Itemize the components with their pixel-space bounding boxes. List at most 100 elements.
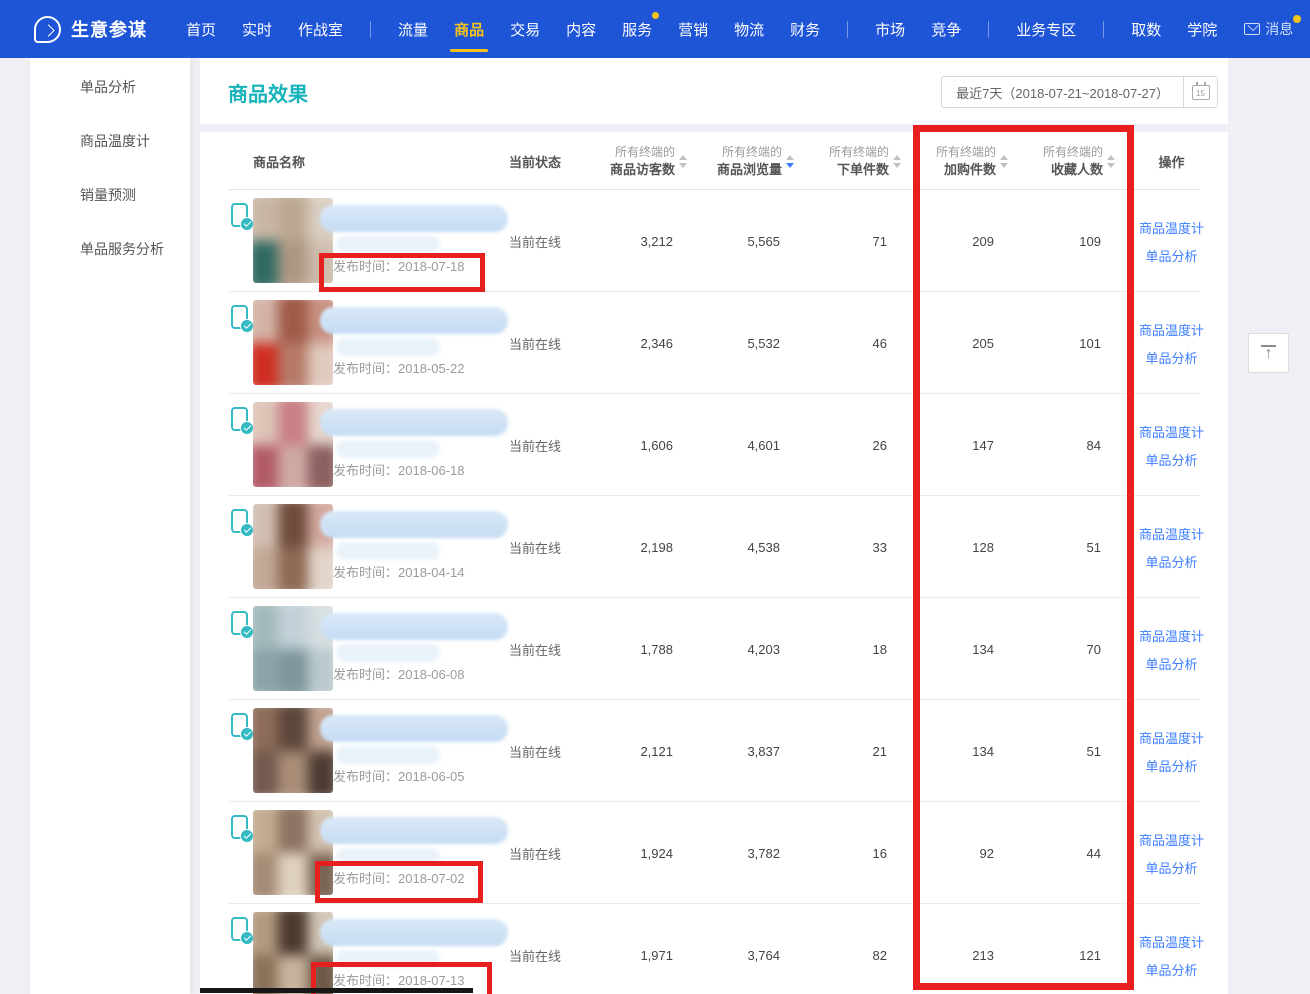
nav-items: 首页实时作战室 流量商品交易内容服务营销物流财务市场竞争业务专区取数学院 bbox=[173, 0, 1230, 58]
sort-arrows-icon[interactable] bbox=[679, 155, 687, 168]
link-single-product-analysis[interactable]: 单品分析 bbox=[1145, 450, 1197, 469]
header-views-sortable[interactable]: 所有终端的商品浏览量 bbox=[687, 132, 794, 190]
nav-item-content[interactable]: 内容 bbox=[566, 0, 596, 58]
brand[interactable]: 生意参谋 bbox=[34, 16, 147, 43]
nav-item-product[interactable]: 商品 bbox=[454, 0, 484, 58]
header-orders-sortable[interactable]: 所有终端的下单件数 bbox=[794, 132, 901, 190]
table-row: 发布时间：2018-06-18 当前在线 1,606 4,601 26 147 … bbox=[200, 394, 1228, 496]
link-single-product-analysis[interactable]: 单品分析 bbox=[1145, 246, 1197, 265]
views-value: 4,203 bbox=[687, 598, 794, 700]
link-product-thermometer[interactable]: 商品温度计 bbox=[1139, 626, 1204, 645]
link-product-thermometer[interactable]: 商品温度计 bbox=[1139, 728, 1204, 747]
nav-item-business-zone[interactable]: 业务专区 bbox=[1016, 0, 1076, 58]
orders-value: 18 bbox=[794, 598, 901, 700]
product-name-blurred-line2 bbox=[336, 236, 440, 254]
table-body: 发布时间：2018-07-18 当前在线 3,212 5,565 71 209 … bbox=[200, 190, 1228, 994]
link-product-thermometer[interactable]: 商品温度计 bbox=[1139, 830, 1204, 849]
header-carts-sortable[interactable]: 所有终端的加购件数 bbox=[901, 132, 1008, 190]
main-content: 商品效果 最近7天（2018-07-21~2018-07-27） 15 商品名称… bbox=[200, 58, 1228, 994]
link-product-thermometer[interactable]: 商品温度计 bbox=[1139, 524, 1204, 543]
table-row: 发布时间：2018-05-22 当前在线 2,346 5,532 46 205 … bbox=[200, 292, 1228, 394]
top-navbar: 生意参谋 首页实时作战室 流量商品交易内容服务营销物流财务市场竞争业务专区取数学院… bbox=[0, 0, 1310, 58]
header-visitors-sortable[interactable]: 所有终端的商品访客数 bbox=[590, 132, 687, 190]
actions-cell: 商品温度计 单品分析 bbox=[1115, 190, 1228, 292]
product-name-blurred[interactable] bbox=[320, 919, 508, 946]
product-name-blurred[interactable] bbox=[320, 205, 508, 232]
link-single-product-analysis[interactable]: 单品分析 bbox=[1145, 960, 1197, 979]
product-name-blurred[interactable] bbox=[320, 409, 508, 436]
carts-value: 213 bbox=[901, 904, 1008, 994]
phone-online-icon bbox=[231, 305, 248, 329]
nav-item-home[interactable]: 首页 bbox=[186, 0, 216, 58]
nav-item-competition[interactable]: 竞争 bbox=[931, 0, 961, 58]
product-name-blurred-line2 bbox=[336, 746, 440, 764]
nav-message-label: 消息 bbox=[1265, 19, 1293, 39]
check-icon bbox=[240, 727, 254, 741]
actions-cell: 商品温度计 单品分析 bbox=[1115, 802, 1228, 904]
link-single-product-analysis[interactable]: 单品分析 bbox=[1145, 858, 1197, 877]
favorites-value: 51 bbox=[1008, 496, 1115, 598]
sort-arrows-icon[interactable] bbox=[1000, 155, 1008, 168]
phone-online-icon bbox=[231, 203, 248, 227]
link-product-thermometer[interactable]: 商品温度计 bbox=[1139, 932, 1204, 951]
nav-item-marketing[interactable]: 营销 bbox=[678, 0, 708, 58]
product-name-blurred[interactable] bbox=[320, 307, 508, 334]
sort-arrows-icon[interactable] bbox=[893, 155, 901, 168]
favorites-value: 44 bbox=[1008, 802, 1115, 904]
date-range-button[interactable]: 最近7天（2018-07-21~2018-07-27） bbox=[941, 76, 1184, 108]
favorites-value: 121 bbox=[1008, 904, 1115, 994]
carts-value: 147 bbox=[901, 394, 1008, 496]
nav-item-realtime[interactable]: 实时 bbox=[242, 0, 272, 58]
orders-value: 16 bbox=[794, 802, 901, 904]
nav-item-academy[interactable]: 学院 bbox=[1187, 0, 1217, 58]
favorites-value: 109 bbox=[1008, 190, 1115, 292]
actions-cell: 商品温度计 单品分析 bbox=[1115, 496, 1228, 598]
views-value: 4,601 bbox=[687, 394, 794, 496]
table-row: 发布时间：2018-06-08 当前在线 1,788 4,203 18 134 … bbox=[200, 598, 1228, 700]
product-name-blurred[interactable] bbox=[320, 817, 508, 844]
orders-value: 82 bbox=[794, 904, 901, 994]
visitors-value: 2,198 bbox=[590, 496, 687, 598]
sidebar: 单品分析商品温度计销量预测单品服务分析 bbox=[30, 58, 190, 994]
actions-cell: 商品温度计 单品分析 bbox=[1115, 598, 1228, 700]
publish-time: 发布时间：2018-06-05 bbox=[333, 766, 465, 785]
table-row: 发布时间：2018-07-13 当前在线 1,971 3,764 82 213 … bbox=[200, 904, 1228, 994]
actions-cell: 商品温度计 单品分析 bbox=[1115, 904, 1228, 994]
sidebar-item-product-thermometer[interactable]: 商品温度计 bbox=[30, 116, 190, 166]
nav-item-traffic[interactable]: 流量 bbox=[398, 0, 428, 58]
nav-item-market[interactable]: 市场 bbox=[875, 0, 905, 58]
nav-item-data-fetch[interactable]: 取数 bbox=[1131, 0, 1161, 58]
header-favorites-sortable[interactable]: 所有终端的收藏人数 bbox=[1008, 132, 1115, 190]
nav-item-service[interactable]: 服务 bbox=[622, 0, 652, 58]
link-product-thermometer[interactable]: 商品温度计 bbox=[1139, 320, 1204, 339]
views-value: 3,764 bbox=[687, 904, 794, 994]
nav-item-war-room[interactable]: 作战室 bbox=[298, 0, 343, 58]
page-title: 商品效果 bbox=[228, 78, 308, 107]
sort-arrows-icon[interactable] bbox=[1107, 155, 1115, 168]
calendar-button[interactable]: 15 bbox=[1184, 76, 1218, 108]
sidebar-item-sales-forecast[interactable]: 销量预测 bbox=[30, 170, 190, 220]
link-product-thermometer[interactable]: 商品温度计 bbox=[1139, 422, 1204, 441]
nav-item-finance[interactable]: 财务 bbox=[790, 0, 820, 58]
product-name-blurred[interactable] bbox=[320, 511, 508, 538]
nav-item-logistics[interactable]: 物流 bbox=[734, 0, 764, 58]
link-single-product-analysis[interactable]: 单品分析 bbox=[1145, 552, 1197, 571]
sort-arrows-icon[interactable] bbox=[786, 155, 794, 168]
back-to-top-button[interactable]: ↑ bbox=[1248, 333, 1289, 373]
link-product-thermometer[interactable]: 商品温度计 bbox=[1139, 218, 1204, 237]
visitors-value: 2,121 bbox=[590, 700, 687, 802]
nav-item-trade[interactable]: 交易 bbox=[510, 0, 540, 58]
favorites-value: 70 bbox=[1008, 598, 1115, 700]
product-name-blurred-line2 bbox=[336, 542, 440, 560]
product-name-blurred[interactable] bbox=[320, 613, 508, 640]
link-single-product-analysis[interactable]: 单品分析 bbox=[1145, 348, 1197, 367]
publish-time: 发布时间：2018-07-13 bbox=[333, 970, 465, 989]
sidebar-item-single-product-service-analysis[interactable]: 单品服务分析 bbox=[30, 224, 190, 274]
product-name-blurred[interactable] bbox=[320, 715, 508, 742]
link-single-product-analysis[interactable]: 单品分析 bbox=[1145, 756, 1197, 775]
nav-message[interactable]: 消息 bbox=[1244, 19, 1293, 39]
sidebar-item-single-product-analysis[interactable]: 单品分析 bbox=[30, 62, 190, 112]
orders-value: 21 bbox=[794, 700, 901, 802]
carts-value: 134 bbox=[901, 598, 1008, 700]
link-single-product-analysis[interactable]: 单品分析 bbox=[1145, 654, 1197, 673]
